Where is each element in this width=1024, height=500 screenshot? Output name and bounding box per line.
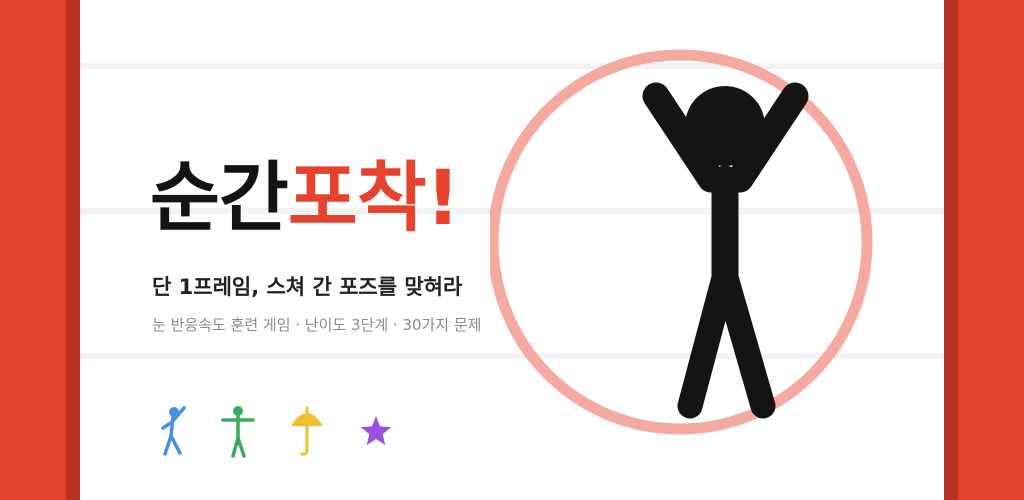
- stick-figure-arms-up-icon: [642, 82, 809, 419]
- hero-illustration: [490, 49, 873, 435]
- umbrella-icon: [291, 406, 323, 456]
- game-title: 순간포착!: [150, 160, 460, 236]
- stick-figure-t-pose-icon: [221, 406, 255, 458]
- title-accent: 포착!: [287, 153, 461, 242]
- feature-caption: 눈 반응속도 훈련 게임 · 난이도 3단계 · 30가지 문제: [152, 316, 482, 334]
- right-curtain: [944, 0, 1024, 500]
- star-icon: [360, 416, 392, 446]
- left-curtain: [0, 0, 80, 500]
- title-main: 순간: [150, 153, 289, 242]
- tagline: 단 1프레임, 스쳐 간 포즈를 맞혀라: [152, 275, 463, 299]
- stick-figure-running-icon: [161, 406, 186, 456]
